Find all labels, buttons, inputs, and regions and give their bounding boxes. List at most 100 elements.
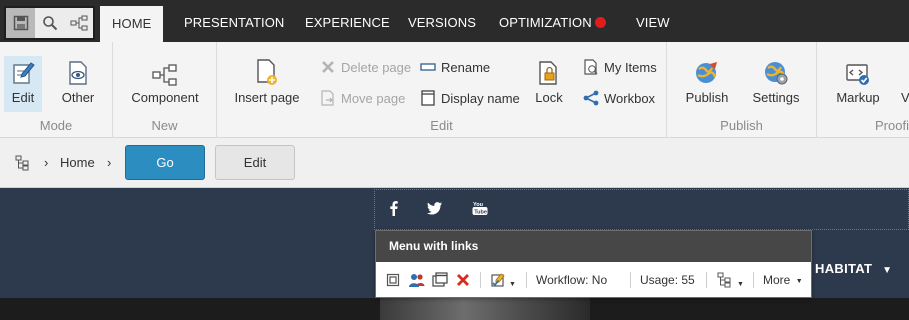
hero-image (0, 298, 909, 320)
lock-button[interactable]: Lock (530, 56, 568, 112)
publish-settings-icon (765, 62, 788, 85)
tree-dropdown-button[interactable]: ▼ (717, 272, 749, 288)
save-icon (13, 15, 28, 31)
tab-optimization[interactable]: OPTIMIZATION (499, 0, 606, 42)
other-mode-button[interactable]: Other (57, 56, 99, 112)
quick-access-toolbar (4, 6, 95, 40)
component-label: Component (131, 90, 199, 105)
twitter-icon[interactable] (427, 200, 443, 216)
caret-down-icon: ▼ (509, 281, 516, 288)
move-page-icon (321, 90, 334, 106)
component-tree-icon (152, 64, 177, 86)
svg-text:Tube: Tube (474, 209, 487, 215)
tab-view[interactable]: VIEW (636, 0, 670, 42)
caret-down-icon: ▼ (737, 281, 744, 288)
move-page-button[interactable]: Move page (320, 88, 405, 110)
ribbon: Edit Other Mode Component New Insert pag… (0, 42, 909, 138)
tree-icon (717, 272, 731, 288)
tab-home[interactable]: HOME (100, 6, 164, 42)
ribbon-group-label: Edit (430, 118, 453, 133)
publish-settings-label: Settings (752, 90, 800, 105)
ribbon-group-mode: Edit Other Mode (0, 42, 113, 138)
edit-datasource-button[interactable]: ▼ (491, 272, 519, 288)
more-label: More (763, 273, 791, 287)
publish-globe-icon (696, 62, 717, 83)
publish-label: Publish (685, 90, 729, 105)
search-icon (42, 16, 57, 31)
tab-presentation[interactable]: PRESENTATION (184, 0, 284, 42)
publish-settings-button[interactable]: Settings (751, 56, 801, 112)
insert-page-button[interactable]: Insert page (234, 56, 300, 112)
display-name-button[interactable]: Display name (420, 88, 520, 110)
toolbar-separator (630, 272, 631, 288)
workbox-share-icon (583, 90, 599, 106)
brand-label: HABITAT (815, 261, 873, 276)
toolbar-separator (753, 272, 754, 288)
lock-label: Lock (535, 90, 563, 105)
go-button[interactable]: Go (125, 145, 205, 180)
tab-experience[interactable]: EXPERIENCE (305, 0, 390, 42)
rename-label: Rename (441, 60, 491, 75)
site-nav-brand[interactable]: HABITAT ▼ (815, 261, 892, 276)
search-button[interactable] (35, 8, 64, 38)
insert-page-label: Insert page (234, 90, 300, 105)
proofing-more-button[interactable]: V (901, 56, 909, 112)
delete-x-icon (322, 61, 334, 73)
content-tree-button[interactable] (64, 8, 93, 38)
youtube-icon[interactable]: YouTube (472, 200, 488, 216)
my-items-button[interactable]: My Items (583, 57, 657, 79)
ribbon-group-label: New (151, 118, 178, 133)
insert-page-icon (257, 59, 277, 85)
breadcrumb-item-home[interactable]: Home (60, 155, 95, 170)
eye-page-icon (69, 61, 87, 85)
alert-dot-icon (594, 17, 606, 28)
my-items-label: My Items (604, 60, 657, 75)
edit-datasource-icon (491, 273, 505, 287)
chevron-right-icon: › (44, 155, 49, 170)
display-name-label: Display name (441, 91, 520, 106)
delete-page-button[interactable]: Delete page (320, 57, 411, 79)
edit-mode-button[interactable]: Edit (4, 56, 42, 112)
display-name-icon (421, 90, 435, 106)
move-page-label: Move page (341, 91, 406, 106)
remove-x-icon[interactable] (456, 272, 470, 288)
ribbon-group-proofing: Markup V Proofi (817, 42, 909, 138)
chevron-right-icon: › (107, 155, 112, 170)
delete-page-label: Delete page (341, 60, 412, 75)
caret-down-icon: ▼ (882, 265, 893, 276)
rendering-toolbar: Menu with links ▼ Workflow: No Usage: 55… (375, 230, 812, 298)
breadcrumb: › Home › Go Edit (0, 138, 909, 188)
edit-button[interactable]: Edit (215, 145, 295, 180)
markup-label: Markup (836, 90, 880, 105)
markup-code-icon (846, 64, 869, 85)
rendering-toolbar-title: Menu with links (376, 231, 811, 262)
rendering-toolbar-actions: ▼ Workflow: No Usage: 55 ▼ More ▼ (376, 262, 811, 298)
component-button[interactable]: Component (131, 56, 199, 112)
markup-button[interactable]: Markup (834, 56, 882, 112)
workbox-button[interactable]: Workbox (583, 88, 655, 110)
edit-mode-label: Edit (11, 90, 35, 105)
top-tab-bar: HOME PRESENTATION EXPERIENCE VERSIONS OP… (0, 0, 909, 42)
proofing-more-label: V (901, 90, 909, 105)
personalize-users-icon[interactable] (408, 272, 426, 288)
save-button[interactable] (6, 8, 35, 38)
pencil-edit-icon (13, 62, 35, 84)
ribbon-group-publish: Publish Settings Publish (667, 42, 817, 138)
select-parent-icon[interactable] (386, 272, 400, 288)
my-items-icon (584, 59, 598, 75)
rename-button[interactable]: Rename (420, 57, 490, 79)
lock-icon (539, 61, 557, 85)
ribbon-group-new: Component New (113, 42, 217, 138)
workbox-label: Workbox (604, 91, 656, 106)
workflow-status: Workflow: No (536, 273, 608, 287)
tab-versions[interactable]: VERSIONS (408, 0, 476, 42)
windows-icon[interactable] (432, 272, 448, 288)
publish-button[interactable]: Publish (684, 56, 730, 112)
rename-icon (420, 63, 436, 71)
tree-icon[interactable] (15, 155, 29, 171)
facebook-icon[interactable] (386, 200, 402, 216)
toolbar-separator (706, 272, 707, 288)
toolbar-separator (526, 272, 527, 288)
more-dropdown-button[interactable]: More ▼ (763, 272, 803, 288)
social-links-frame[interactable] (374, 189, 909, 230)
